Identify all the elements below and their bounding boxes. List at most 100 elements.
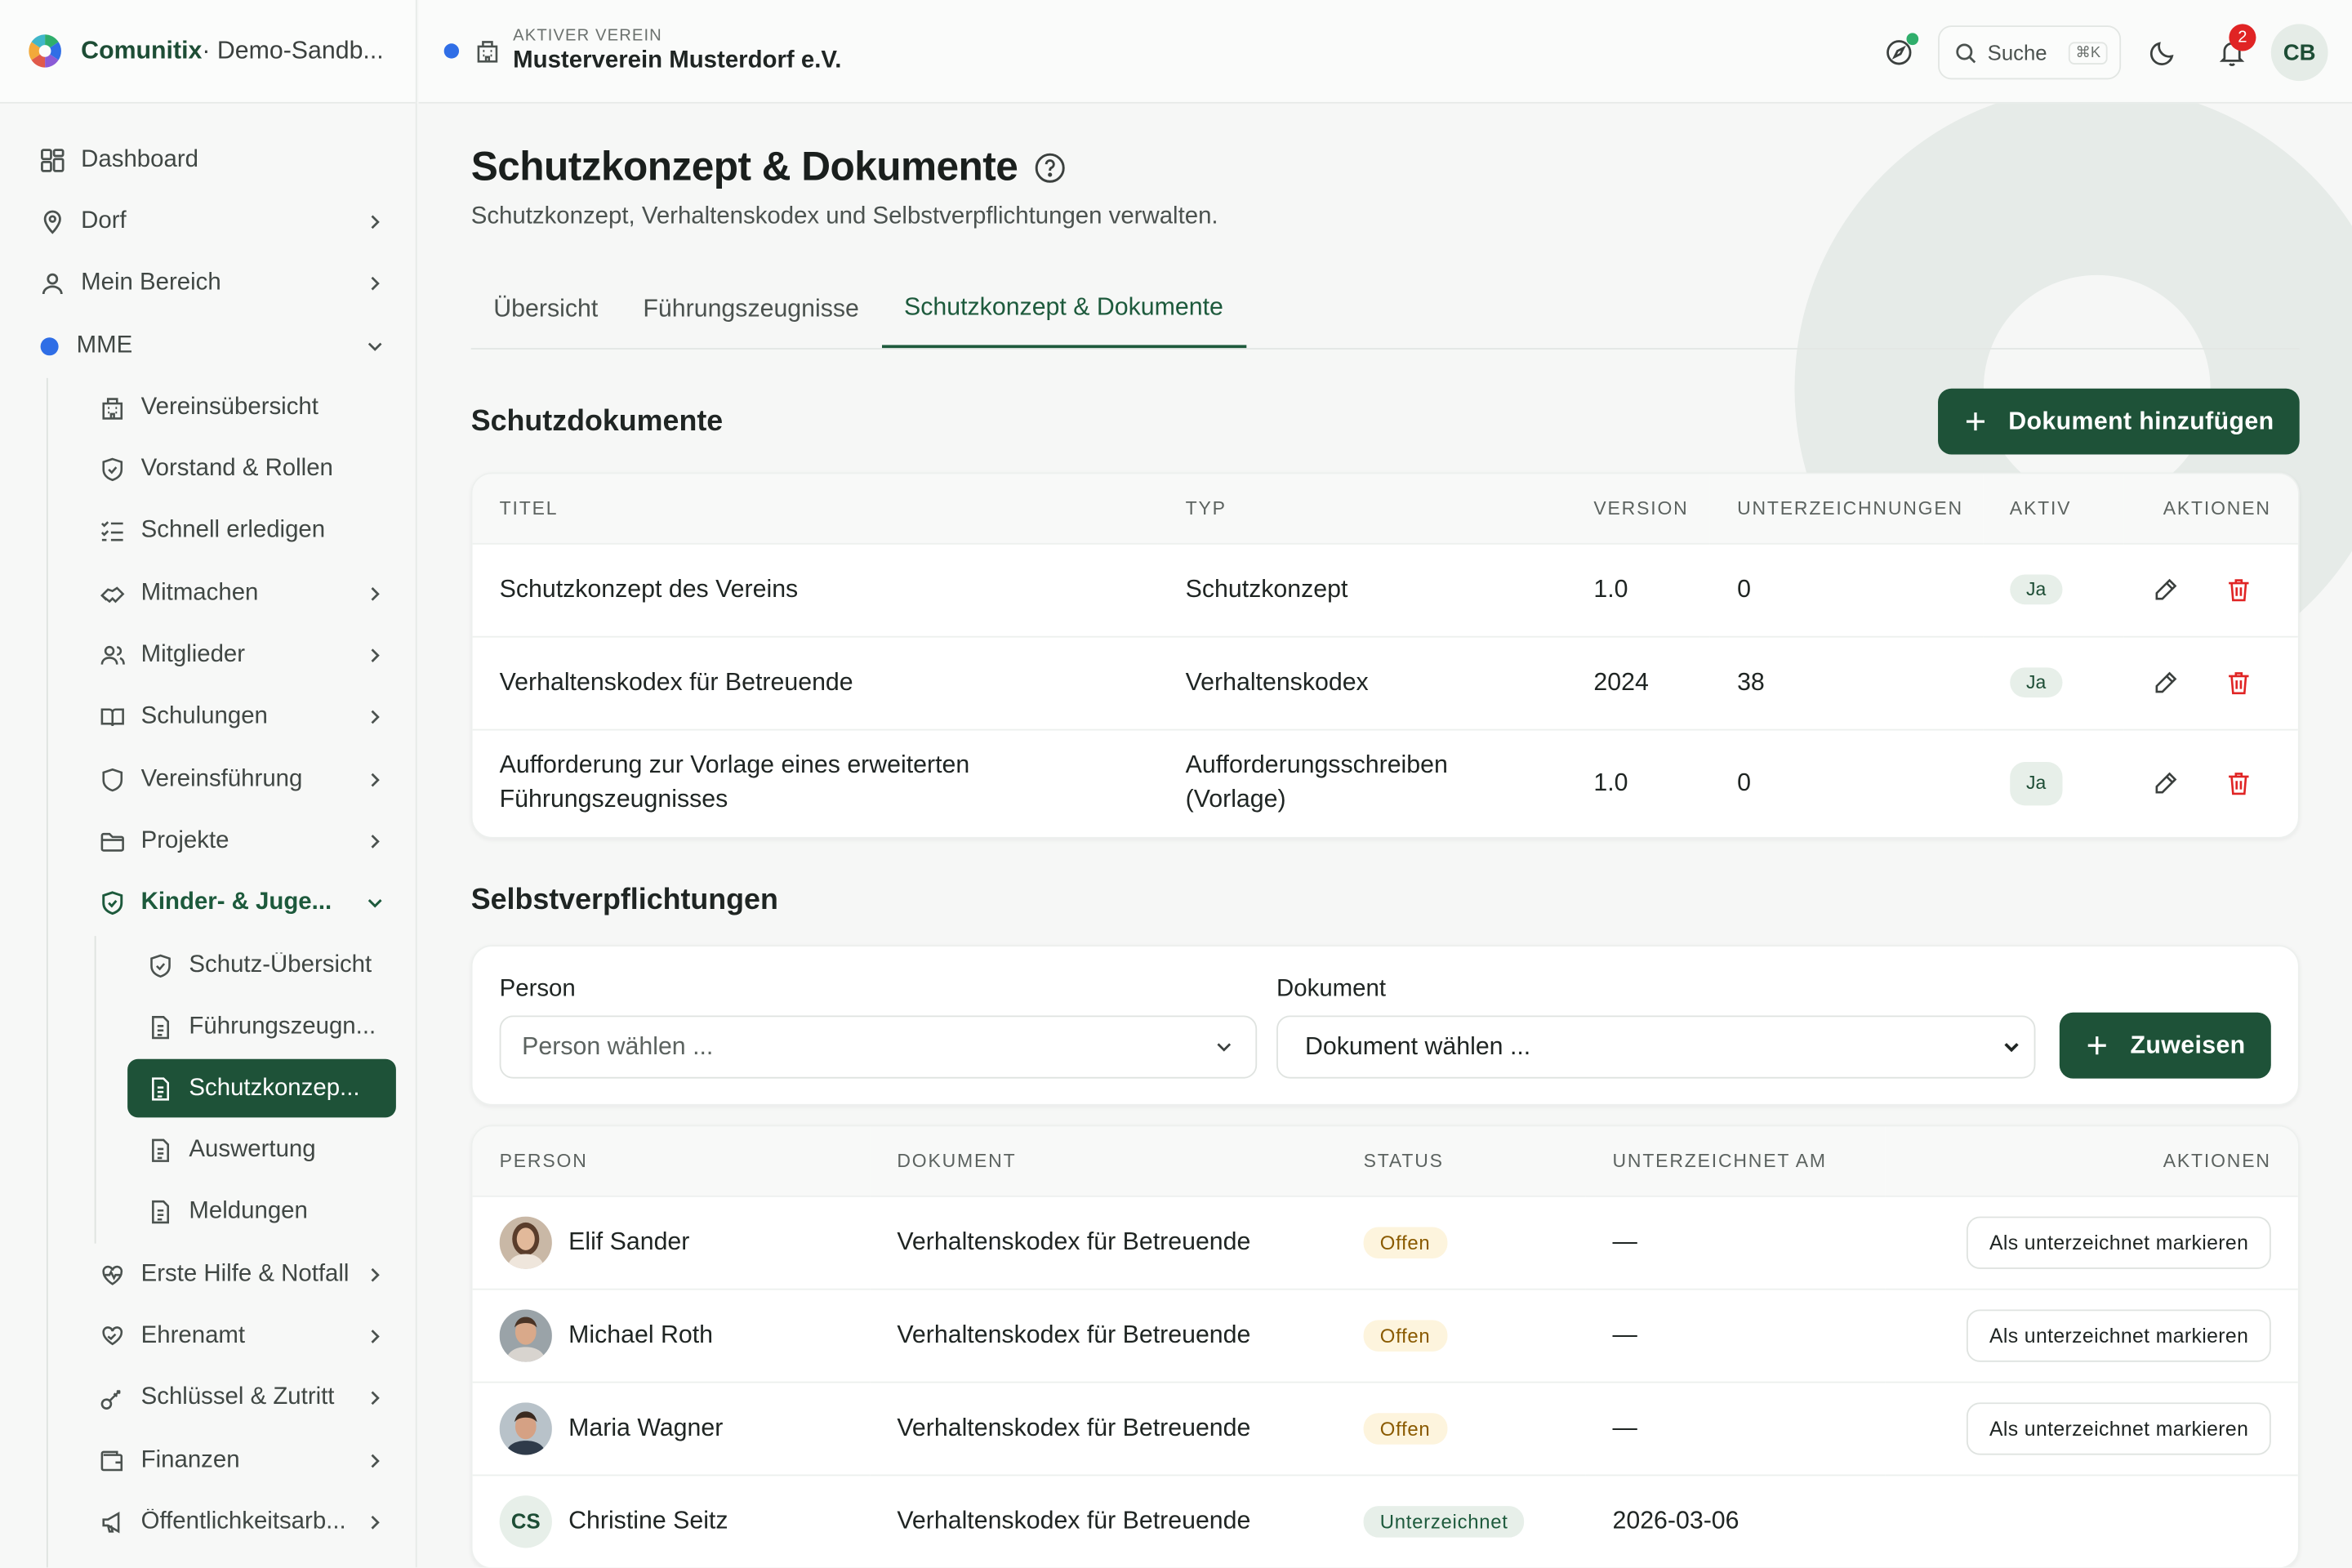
- sidebar-item-mein-bereich[interactable]: Mein Bereich: [0, 253, 416, 315]
- sidebar-item-label: Erste Hilfe & Notfall: [140, 1261, 350, 1287]
- active-club-kicker: AKTIVER VEREIN: [513, 27, 662, 46]
- brand-env: · Demo-Sandb...: [202, 36, 384, 65]
- document-title: Schutzkonzept des Vereins: [472, 541, 1159, 636]
- row-actions: [2151, 575, 2298, 604]
- sidebar-item-label: Auswertung: [189, 1137, 316, 1163]
- document-version: 2024: [1566, 635, 1711, 729]
- person-cell: CS Christine Seitz: [499, 1494, 871, 1548]
- edit-pencil-icon[interactable]: [2151, 769, 2180, 798]
- delete-trash-icon[interactable]: [2225, 575, 2253, 604]
- sidebar-item-schluessel[interactable]: Schlüssel & Zutritt: [0, 1367, 416, 1429]
- sidebar-item-dorf[interactable]: Dorf: [0, 191, 416, 253]
- sidebar-item-mitglieder[interactable]: Mitglieder: [0, 625, 416, 687]
- sidebar-item-label: Vereinsführung: [140, 765, 303, 792]
- mark-signed-button[interactable]: Als unterzeichnet markieren: [1967, 1215, 2271, 1268]
- document-select[interactable]: Dokument wählen ...: [1276, 1015, 2036, 1079]
- moon-icon: [2149, 42, 2174, 65]
- mark-signed-button[interactable]: Als unterzeichnet markieren: [1967, 1308, 2271, 1361]
- heart-hand-icon: [102, 1326, 123, 1346]
- user-avatar[interactable]: CB: [2270, 24, 2328, 82]
- documents-section-header: Schutzdokumente Dokument hinzufügen: [471, 388, 2300, 455]
- document-title: Verhaltenskodex für Betreuende: [472, 635, 1159, 729]
- column-header: TYP: [1158, 474, 1567, 543]
- assign-button[interactable]: Zuweisen: [2060, 1012, 2271, 1079]
- document-signatures: 0: [1710, 728, 1983, 837]
- sidebar-item-schutzkonzept[interactable]: Schutzkonzep...: [127, 1059, 396, 1119]
- building-icon: [477, 41, 498, 63]
- sidebar-item-schulungen[interactable]: Schulungen: [0, 687, 416, 749]
- theme-toggle[interactable]: [2136, 25, 2190, 79]
- tab-bar: Übersicht Führungszeugnisse Schutzkonzep…: [470, 271, 2300, 350]
- sidebar-item-vereinsuebersicht[interactable]: Vereinsübersicht: [0, 376, 416, 439]
- column-header: VERSION: [1566, 474, 1711, 543]
- person-name: Elif Sander: [568, 1227, 690, 1255]
- sidebar-item-label: Mitmachen: [140, 580, 259, 606]
- document-label: Dokument: [1276, 976, 1386, 1002]
- add-document-button[interactable]: Dokument hinzufügen: [1937, 388, 2300, 455]
- mark-signed-button[interactable]: Als unterzeichnet markieren: [1967, 1401, 2271, 1454]
- chevron-down-icon: [2004, 1043, 2019, 1053]
- tab-uebersicht[interactable]: Übersicht: [471, 271, 621, 348]
- chevron-right-icon: [371, 834, 380, 849]
- column-header: PERSON: [472, 1126, 871, 1196]
- person-name: Christine Seitz: [568, 1507, 728, 1535]
- person-label: Person: [499, 976, 576, 1002]
- megaphone-icon: [102, 1511, 120, 1534]
- delete-trash-icon[interactable]: [2225, 668, 2253, 697]
- person-cell: Elif Sander: [499, 1215, 871, 1268]
- main-content: Schutzkonzept & Dokumente Schutzkonzept,…: [418, 103, 2352, 1568]
- person-name: Michael Roth: [568, 1321, 713, 1348]
- person-select[interactable]: Person wählen ...: [499, 1015, 1258, 1079]
- chevron-right-icon: [371, 773, 380, 786]
- sidebar-item-schutz-uebersicht[interactable]: Schutz-Übersicht: [0, 934, 416, 996]
- chevron-right-icon: [371, 277, 380, 291]
- edit-pencil-icon[interactable]: [2151, 668, 2180, 697]
- plus-icon: [1966, 412, 1984, 431]
- search-button[interactable]: Suche ⌘K: [1938, 25, 2122, 80]
- sidebar-item-meldungen[interactable]: Meldungen: [0, 1182, 416, 1244]
- sidebar-item-mitmachen[interactable]: Mitmachen: [0, 563, 416, 625]
- sidebar-item-schnell-erledigen[interactable]: Schnell erledigen: [0, 501, 416, 563]
- chevron-right-icon: [371, 215, 380, 229]
- sidebar-item-vorstand[interactable]: Vorstand & Rollen: [0, 439, 416, 501]
- sidebar-item-oeffentlichkeitsarbeit[interactable]: Öffentlichkeitsarb...: [0, 1491, 416, 1553]
- column-header: UNTERZEICHNET AM: [1585, 1126, 1886, 1196]
- club-color-dot: [40, 336, 59, 355]
- commitments-table-card: PERSON DOKUMENT STATUS UNTERZEICHNET AM …: [470, 1125, 2300, 1568]
- brand[interactable]: Comunitix · Demo-Sandb...: [0, 0, 416, 104]
- signed-at: —: [1585, 1194, 1886, 1289]
- help-circle-icon[interactable]: [1033, 151, 1066, 184]
- sidebar-item-label: Schlüssel & Zutritt: [140, 1384, 335, 1411]
- sidebar-item-auswertung[interactable]: Auswertung: [0, 1120, 416, 1182]
- active-badge: Ja: [2009, 667, 2063, 698]
- table-row: Maria Wagner Verhaltenskodex für Betreue…: [472, 1380, 2298, 1475]
- sidebar-item-dashboard[interactable]: Dashboard: [0, 129, 416, 191]
- dashboard-icon: [41, 148, 65, 172]
- commitments-section-header: Selbstverpflichtungen: [471, 875, 2300, 925]
- chevron-right-icon: [371, 1453, 380, 1468]
- sidebar-item-finanzen[interactable]: Finanzen: [0, 1429, 416, 1491]
- sidebar-item-fuehrungszeugnisse[interactable]: Führungszeugn...: [0, 996, 416, 1058]
- sidebar-item-mme[interactable]: MME: [0, 315, 416, 377]
- sidebar-item-kinder-jugendschutz[interactable]: Kinder- & Juge...: [0, 872, 416, 934]
- sidebar: Comunitix · Demo-Sandb... Dashboard Dorf…: [0, 0, 417, 1568]
- edit-pencil-icon[interactable]: [2151, 575, 2180, 604]
- avatar-initials: CS: [499, 1494, 552, 1548]
- sidebar-item-label: Kinder- & Juge...: [140, 889, 332, 915]
- tab-schutzkonzept[interactable]: Schutzkonzept & Dokumente: [881, 271, 1246, 349]
- delete-trash-icon[interactable]: [2225, 769, 2253, 798]
- document-signatures: 0: [1710, 541, 1983, 636]
- active-club[interactable]: AKTIVER VEREIN Musterverein Musterdorf e…: [513, 27, 841, 75]
- active-badge: Ja: [2009, 761, 2063, 805]
- notifications-button[interactable]: 2: [2205, 24, 2259, 79]
- sidebar-item-projekte[interactable]: Projekte: [0, 810, 416, 872]
- assistant-button[interactable]: [1872, 25, 1926, 79]
- person-select-placeholder: Person wählen ...: [522, 1032, 714, 1060]
- column-header: DOKUMENT: [870, 1126, 1337, 1196]
- document-select-value: Dokument wählen ...: [1304, 1032, 1531, 1060]
- sidebar-item-erste-hilfe[interactable]: Erste Hilfe & Notfall: [0, 1244, 416, 1306]
- sidebar-item-ehrenamt[interactable]: Ehrenamt: [0, 1306, 416, 1368]
- tab-fuehrungszeugnisse[interactable]: Führungszeugnisse: [621, 271, 882, 348]
- sidebar-item-label: Projekte: [140, 827, 229, 853]
- sidebar-item-vereinsfuehrung[interactable]: Vereinsführung: [0, 748, 416, 810]
